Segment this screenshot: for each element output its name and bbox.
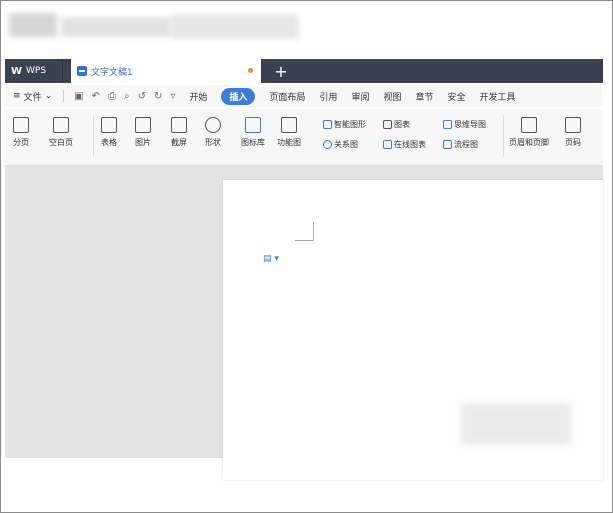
picture-icon [135, 117, 151, 133]
mindmap-button[interactable]: 思维导图 [443, 119, 486, 130]
undo-icon[interactable]: ↺ [138, 91, 146, 102]
tab-view[interactable]: 视图 [383, 90, 401, 103]
unsaved-dot-icon [248, 68, 253, 73]
page-break-label: 分页 [13, 138, 29, 147]
file-menu[interactable]: ≡ 文件 ⌄ [13, 90, 52, 103]
wps-home-tab[interactable]: W WPS [5, 59, 63, 83]
tab-review[interactable]: 审阅 [351, 90, 369, 103]
divider [63, 90, 65, 102]
file-menu-label: 文件 [23, 92, 42, 103]
hamburger-icon: ≡ [13, 91, 21, 101]
paragraph-icon[interactable]: ▤ ▾ [263, 254, 279, 264]
scissors-icon [171, 117, 187, 133]
smart-graphic-label: 智能图形 [334, 120, 366, 129]
title-tab-bar: W WPS 文字文稿1 + [5, 59, 603, 83]
save-icon[interactable]: ▣ [74, 91, 83, 102]
flowchart-label: 流程图 [454, 140, 478, 149]
screenshot-label: 截屏 [171, 138, 187, 147]
picture-label: 图片 [135, 138, 151, 147]
chart-icon [383, 120, 392, 129]
blurred-region [171, 15, 299, 39]
blank-page-button[interactable]: 空白页 [49, 117, 73, 148]
shapes-icon [205, 117, 221, 133]
page-number-icon [565, 117, 581, 133]
function-chart-label: 功能图 [277, 138, 301, 147]
table-button[interactable]: 表格 [101, 117, 117, 148]
blurred-region [461, 403, 571, 445]
online-chart-icon [383, 140, 392, 149]
blank-page-label: 空白页 [49, 138, 73, 147]
chevron-down-icon: ⌄ [44, 91, 53, 101]
table-icon [101, 117, 117, 133]
screenshot-button[interactable]: 截屏 [171, 117, 187, 148]
header-footer-icon [521, 117, 537, 133]
screenshot-frame: W WPS 文字文稿1 + ≡ 文件 ⌄ ▣ ↶ ⎙ ⌕ ↺ ↻ ▿ 开始 插入… [0, 0, 613, 513]
flowchart-button[interactable]: 流程图 [443, 139, 478, 150]
relation-chart-icon [323, 140, 332, 149]
document-tab[interactable]: 文字文稿1 [71, 59, 261, 83]
tab-developer[interactable]: 开发工具 [480, 90, 516, 103]
online-chart-button[interactable]: 在线图表 [383, 139, 426, 150]
more-icon[interactable]: ▿ [170, 91, 175, 102]
wps-label: WPS [26, 66, 47, 76]
shapes-button[interactable]: 形状 [205, 117, 221, 148]
redo-icon[interactable]: ↻ [154, 91, 162, 102]
print-icon[interactable]: ⎙ [108, 91, 116, 102]
icon-library-label: 图标库 [241, 138, 265, 147]
undo-history-icon[interactable]: ↶ [92, 91, 100, 102]
smart-graphic-button[interactable]: 智能图形 [323, 119, 366, 130]
blurred-region [61, 17, 171, 37]
smart-graphic-icon [323, 120, 332, 129]
relation-chart-button[interactable]: 关系图 [323, 139, 358, 150]
divider [503, 115, 504, 157]
header-footer-label: 页眉和页脚 [509, 138, 549, 147]
new-tab-button[interactable]: + [269, 59, 293, 83]
picture-button[interactable]: 图片 [135, 117, 151, 148]
wps-logo-icon: W [11, 65, 23, 77]
online-chart-label: 在线图表 [394, 140, 426, 149]
header-footer-button[interactable]: 页眉和页脚 [509, 117, 549, 148]
quick-access-toolbar: ▣ ↶ ⎙ ⌕ ↺ ↻ ▿ [74, 91, 175, 102]
tab-start[interactable]: 开始 [189, 90, 207, 103]
tab-references[interactable]: 引用 [319, 90, 337, 103]
preview-icon[interactable]: ⌕ [124, 91, 130, 102]
mindmap-icon [443, 120, 452, 129]
margin-corner-mark [295, 222, 314, 241]
icon-library-button[interactable]: 图标库 [241, 117, 265, 148]
divider [93, 115, 94, 157]
chart-button[interactable]: 图表 [383, 119, 410, 130]
page-break-icon [13, 117, 29, 133]
insert-ribbon: 分页 空白页 表格 图片 截屏 形状 图标库 功能图 智能图形 图表 思维导图 … [5, 109, 603, 166]
menu-bar: ≡ 文件 ⌄ ▣ ↶ ⎙ ⌕ ↺ ↻ ▿ 开始 插入 页面布局 引用 审阅 视图… [5, 85, 603, 107]
blank-page-icon [53, 117, 69, 133]
tab-page-layout[interactable]: 页面布局 [269, 90, 305, 103]
chart-label: 图表 [394, 120, 410, 129]
flowchart-icon [443, 140, 452, 149]
table-label: 表格 [101, 138, 117, 147]
tab-security[interactable]: 安全 [447, 90, 465, 103]
blurred-region [9, 13, 57, 37]
page-number-button[interactable]: 页码 [565, 117, 581, 148]
document-title: 文字文稿1 [91, 67, 133, 78]
shapes-label: 形状 [205, 138, 221, 147]
mindmap-label: 思维导图 [454, 120, 486, 129]
tab-chapter[interactable]: 章节 [415, 90, 433, 103]
relation-chart-label: 关系图 [334, 140, 358, 149]
page-break-button[interactable]: 分页 [13, 117, 29, 148]
tab-insert[interactable]: 插入 [221, 87, 256, 105]
function-chart-icon [281, 117, 297, 133]
page-number-label: 页码 [565, 138, 581, 147]
document-icon [77, 66, 87, 76]
function-chart-button[interactable]: 功能图 [277, 117, 301, 148]
icon-library-icon [245, 117, 261, 133]
